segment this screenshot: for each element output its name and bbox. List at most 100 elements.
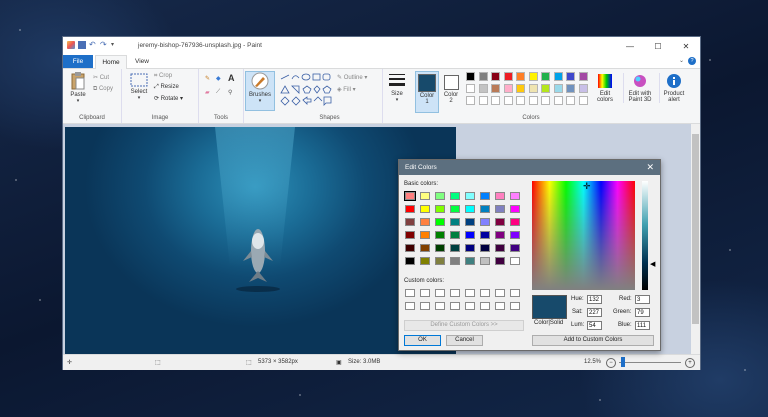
custom-color-swatch[interactable] xyxy=(450,289,460,297)
edit-colors-button[interactable]: Edit colors xyxy=(592,73,618,103)
basic-color-swatch[interactable] xyxy=(465,205,475,213)
cut-button[interactable]: ✂ Cut xyxy=(93,74,109,81)
basic-color-swatch[interactable] xyxy=(405,205,415,213)
custom-color-swatch[interactable] xyxy=(465,289,475,297)
palette-swatch[interactable] xyxy=(541,96,550,105)
custom-color-swatch[interactable] xyxy=(480,302,490,310)
custom-color-swatch[interactable] xyxy=(450,302,460,310)
resize-button[interactable]: ⤢ Resize xyxy=(154,84,179,91)
basic-color-swatch[interactable] xyxy=(420,205,430,213)
palette-swatch[interactable] xyxy=(528,84,538,93)
zoom-slider[interactable] xyxy=(619,362,681,363)
palette-swatch[interactable] xyxy=(503,72,513,81)
palette-swatch[interactable] xyxy=(541,84,550,93)
palette-swatch[interactable] xyxy=(566,96,575,105)
basic-color-swatch[interactable] xyxy=(435,231,445,239)
basic-color-swatch[interactable] xyxy=(495,192,505,200)
basic-color-swatch[interactable] xyxy=(450,231,460,239)
copy-button[interactable]: ⧉ Copy xyxy=(93,86,113,93)
blue-field[interactable]: 111 xyxy=(635,321,650,330)
fill-button[interactable]: ◈ Fill ▾ xyxy=(337,86,356,93)
basic-color-swatch[interactable] xyxy=(510,257,520,265)
basic-color-swatch[interactable] xyxy=(435,244,445,252)
palette-swatch[interactable] xyxy=(553,96,563,105)
palette-swatch[interactable] xyxy=(578,84,588,93)
custom-color-swatch[interactable] xyxy=(495,289,505,297)
basic-color-swatch[interactable] xyxy=(480,257,490,265)
color1-button[interactable]: Color 1 xyxy=(415,71,439,113)
palette-swatch[interactable] xyxy=(578,72,588,81)
fill-bucket-icon[interactable]: ◆ xyxy=(216,75,221,82)
basic-color-swatch[interactable] xyxy=(450,205,460,213)
basic-color-swatch[interactable] xyxy=(435,257,445,265)
green-field[interactable]: 79 xyxy=(635,308,650,317)
basic-color-swatch[interactable] xyxy=(465,231,475,239)
select-button[interactable]: Select ▾ xyxy=(126,73,152,101)
palette-swatch[interactable] xyxy=(553,84,563,93)
maximize-icon[interactable]: ☐ xyxy=(644,37,672,55)
basic-color-swatch[interactable] xyxy=(420,231,430,239)
basic-color-swatch[interactable] xyxy=(404,191,416,201)
color2-button[interactable]: Color 2 xyxy=(440,71,462,104)
palette-swatch[interactable] xyxy=(528,96,538,105)
brushes-button[interactable]: Brushes ▾ xyxy=(245,71,275,111)
zoom-in-icon[interactable]: + xyxy=(685,358,695,368)
custom-color-swatch[interactable] xyxy=(510,302,520,310)
luminance-bar[interactable] xyxy=(642,181,648,290)
custom-color-swatch[interactable] xyxy=(405,289,415,297)
luminance-arrow-icon[interactable]: ◀ xyxy=(650,260,655,268)
palette-swatch[interactable] xyxy=(578,96,588,105)
basic-color-swatch[interactable] xyxy=(495,244,505,252)
custom-color-swatch[interactable] xyxy=(510,289,520,297)
redo-icon[interactable]: ↷ xyxy=(100,41,108,49)
basic-color-swatch[interactable] xyxy=(420,257,430,265)
basic-color-swatch[interactable] xyxy=(405,218,415,226)
undo-icon[interactable]: ↶ xyxy=(89,41,97,49)
palette-swatch[interactable] xyxy=(503,96,513,105)
basic-color-swatch[interactable] xyxy=(480,244,490,252)
tab-view[interactable]: View xyxy=(129,55,155,68)
basic-color-swatch[interactable] xyxy=(510,244,520,252)
close-icon[interactable]: ✕ xyxy=(672,37,700,55)
rotate-button[interactable]: ⟳ Rotate ▾ xyxy=(154,95,183,102)
text-icon[interactable]: A xyxy=(228,73,235,83)
save-icon[interactable] xyxy=(78,41,86,49)
sat-field[interactable]: 227 xyxy=(587,308,602,317)
basic-color-swatch[interactable] xyxy=(420,244,430,252)
palette-swatch[interactable] xyxy=(466,96,475,105)
palette-swatch[interactable] xyxy=(528,72,538,81)
palette-swatch[interactable] xyxy=(516,72,525,81)
basic-color-swatch[interactable] xyxy=(465,192,475,200)
basic-color-swatch[interactable] xyxy=(435,192,445,200)
crop-button[interactable]: ⌗ Crop xyxy=(154,73,172,80)
palette-swatch[interactable] xyxy=(491,96,500,105)
basic-color-swatch[interactable] xyxy=(510,231,520,239)
palette-swatch[interactable] xyxy=(478,72,488,81)
basic-color-swatch[interactable] xyxy=(435,205,445,213)
product-alert-button[interactable]: Product alert xyxy=(659,73,688,103)
color-spectrum[interactable] xyxy=(532,181,635,290)
basic-color-swatch[interactable] xyxy=(495,218,505,226)
custom-color-swatch[interactable] xyxy=(480,289,490,297)
scrollbar-thumb[interactable] xyxy=(692,134,699,324)
eraser-icon[interactable]: ▰ xyxy=(205,89,210,96)
minimize-icon[interactable]: — xyxy=(616,37,644,55)
custom-color-swatch[interactable] xyxy=(435,302,445,310)
zoom-slider-thumb[interactable] xyxy=(621,357,625,367)
basic-color-swatch[interactable] xyxy=(405,244,415,252)
basic-color-swatch[interactable] xyxy=(495,257,505,265)
magnifier-icon[interactable]: ⚲ xyxy=(228,89,232,96)
basic-color-swatch[interactable] xyxy=(450,257,460,265)
palette-swatch[interactable] xyxy=(553,72,563,81)
basic-color-swatch[interactable] xyxy=(480,218,490,226)
hue-field[interactable]: 132 xyxy=(587,295,602,304)
cancel-button[interactable]: Cancel xyxy=(446,335,483,346)
palette-swatch[interactable] xyxy=(478,84,488,93)
palette-swatch[interactable] xyxy=(466,72,475,81)
basic-color-swatch[interactable] xyxy=(465,218,475,226)
edit-with-paint3d-button[interactable]: Edit with Paint 3D xyxy=(623,73,656,103)
zoom-out-icon[interactable]: − xyxy=(606,358,616,368)
palette-swatch[interactable] xyxy=(541,72,550,81)
color-picker-icon[interactable]: ⟋ xyxy=(216,89,220,96)
basic-color-swatch[interactable] xyxy=(450,218,460,226)
